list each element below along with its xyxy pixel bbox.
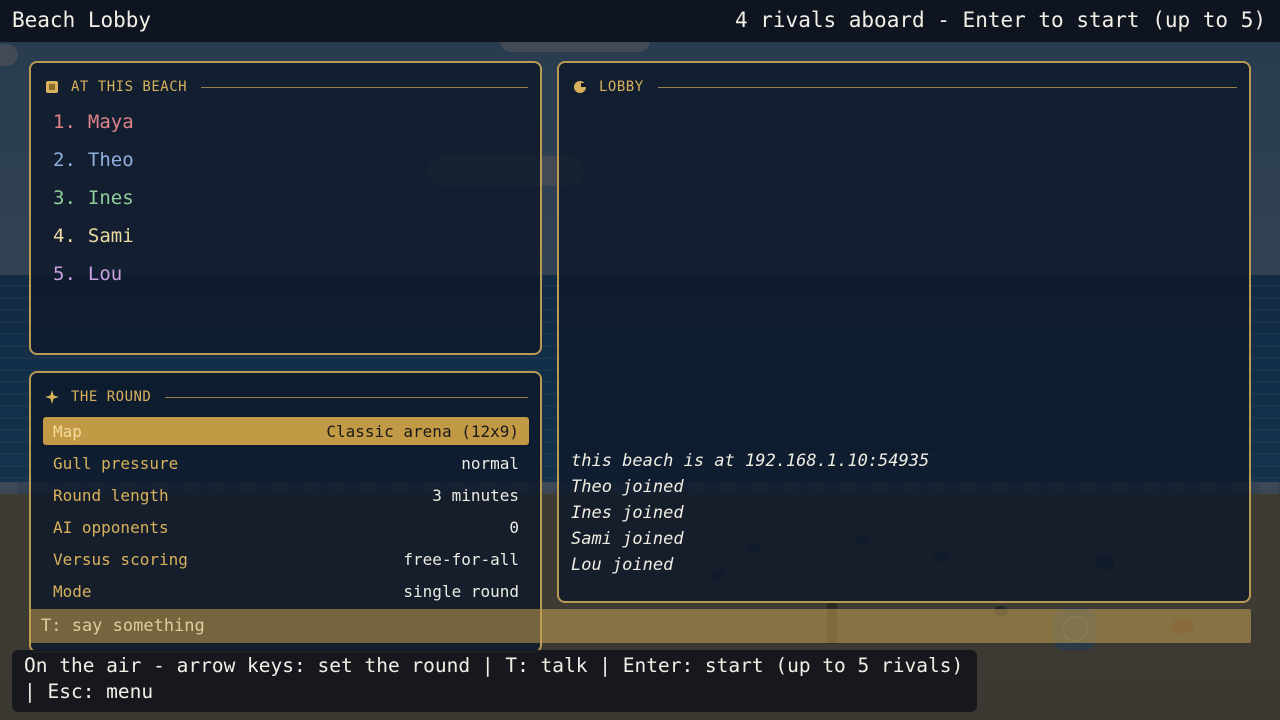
sparkle-icon <box>45 390 59 404</box>
setting-label: Versus scoring <box>53 549 188 569</box>
player-row: 5. Lou <box>53 263 122 285</box>
player-row: 2. Theo <box>53 149 134 171</box>
setting-label: Round length <box>53 485 169 505</box>
setting-value: free-for-all <box>403 549 519 569</box>
player-number: 1. <box>53 111 76 133</box>
player-number: 3. <box>53 187 76 209</box>
chat-placeholder: T: say something <box>41 616 205 636</box>
players-panel-title: AT THIS BEACH <box>71 79 188 95</box>
setting-label: Gull pressure <box>53 453 179 473</box>
setting-row[interactable]: AI opponents 0 <box>43 513 529 541</box>
setting-row[interactable]: Mode single round <box>43 577 529 605</box>
setting-label: AI opponents <box>53 517 169 537</box>
setting-label: Mode <box>53 581 92 601</box>
divider <box>657 86 1237 88</box>
player-number: 5. <box>53 263 76 285</box>
top-bar: Beach Lobby 4 rivals aboard - Enter to s… <box>0 0 1280 42</box>
log-line: Ines joined <box>571 503 684 523</box>
setting-label: Map <box>53 421 82 441</box>
divider <box>201 86 528 88</box>
lobby-panel-header: LOBBY <box>573 77 1237 97</box>
player-row: 4. Sami <box>53 225 134 247</box>
players-panel-header: AT THIS BEACH <box>45 77 528 97</box>
setting-row[interactable]: Map Classic arena (12x9) <box>43 417 529 445</box>
setting-row[interactable]: Gull pressure normal <box>43 449 529 477</box>
setting-row[interactable]: Versus scoring free-for-all <box>43 545 529 573</box>
player-name: Sami <box>87 225 134 247</box>
chat-bubble-icon <box>574 81 587 93</box>
player-name: Lou <box>87 263 123 285</box>
player-row: 1. Maya <box>53 111 134 133</box>
round-panel-header: THE ROUND <box>45 387 528 407</box>
player-name: Theo <box>87 149 134 171</box>
lobby-status: 4 rivals aboard - Enter to start (up to … <box>734 8 1266 32</box>
player-name: Maya <box>87 111 134 133</box>
round-panel-title: THE ROUND <box>71 389 152 405</box>
screen-title: Beach Lobby <box>12 8 152 32</box>
square-badge-icon <box>46 81 58 93</box>
setting-value: normal <box>461 453 519 473</box>
lobby-panel: LOBBY this beach is at 192.168.1.10:5493… <box>557 61 1251 603</box>
log-line: Theo joined <box>571 477 684 497</box>
chat-input[interactable]: T: say something <box>29 609 1251 643</box>
players-panel: AT THIS BEACH 1. Maya 2. Theo 3. Ines 4. Sami 5.… <box>29 61 542 355</box>
player-number: 4. <box>53 225 76 247</box>
setting-value: 0 <box>509 517 519 537</box>
player-name: Ines <box>87 187 134 209</box>
controls-help-bar: On the air - arrow keys: set the round |… <box>12 650 977 712</box>
lobby-panel-title: LOBBY <box>599 79 644 95</box>
setting-value: Classic arena (12x9) <box>326 421 519 441</box>
log-line: Lou joined <box>571 555 674 575</box>
player-row: 3. Ines <box>53 187 134 209</box>
log-line: this beach is at 192.168.1.10:54935 <box>571 451 930 471</box>
setting-row[interactable]: Round length 3 minutes <box>43 481 529 509</box>
divider <box>165 396 528 398</box>
log-line: Sami joined <box>571 529 684 549</box>
setting-value: single round <box>403 581 519 601</box>
setting-value: 3 minutes <box>432 485 519 505</box>
player-number: 2. <box>53 149 76 171</box>
